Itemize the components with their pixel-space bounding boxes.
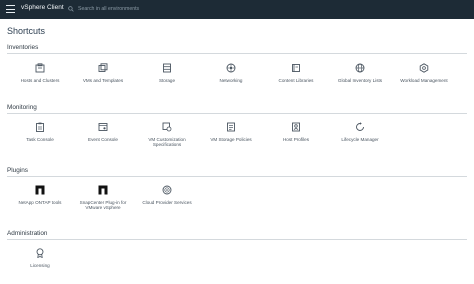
- section-monitoring-title: Monitoring: [7, 104, 37, 111]
- global-search[interactable]: Search in all environments: [68, 4, 139, 14]
- vm-customization-icon: [162, 122, 172, 132]
- content-libraries-icon: [292, 64, 300, 72]
- shortcut-label: VM Storage Policies: [210, 137, 252, 142]
- shortcut-storage[interactable]: Storage: [135, 63, 199, 83]
- app-title[interactable]: vSphere Client: [21, 4, 64, 11]
- event-console-icon: [98, 123, 108, 131]
- shortcut-lifecycle-manager[interactable]: Lifecycle Manager: [328, 122, 392, 142]
- shortcut-vms-and-templates[interactable]: VMs and Templates: [71, 63, 135, 83]
- section-divider: [7, 53, 467, 54]
- shortcut-host-profiles[interactable]: Host Profiles: [264, 122, 328, 142]
- shortcut-label: Hosts and Clusters: [20, 78, 60, 83]
- shortcut-label: VMs and Templates: [82, 78, 124, 83]
- vm-storage-policies-icon: [227, 122, 235, 132]
- shortcut-vm-storage-policies[interactable]: VM Storage Policies: [199, 122, 263, 142]
- search-placeholder[interactable]: Search in all environments: [78, 6, 139, 12]
- shortcut-label: Event Console: [88, 137, 118, 142]
- host-profiles-icon: [292, 122, 300, 132]
- shortcut-vm-customization-specifications[interactable]: VM Customization Specifications: [135, 122, 199, 148]
- workload-management-icon: [419, 63, 429, 73]
- shortcut-workload-management[interactable]: Workload Management: [392, 63, 456, 83]
- menu-icon[interactable]: [6, 5, 15, 13]
- shortcut-label: Networking: [219, 78, 243, 83]
- vms-templates-icon: [98, 63, 108, 72]
- global-inventory-icon: [355, 63, 365, 73]
- shortcut-label: Cloud Provider Services: [142, 200, 192, 205]
- shortcut-label: Host Profiles: [282, 137, 310, 142]
- shortcut-label: Workload Management: [400, 78, 448, 83]
- shortcut-label: Storage: [158, 78, 176, 83]
- licensing-icon: [36, 248, 44, 258]
- netapp-icon: [98, 185, 108, 195]
- lifecycle-manager-icon: [356, 122, 364, 131]
- task-console-icon: [36, 122, 44, 132]
- shortcut-label: VM Customization Specifications: [148, 137, 186, 148]
- section-divider: [7, 239, 467, 240]
- section-administration-title: Administration: [7, 230, 48, 237]
- hosts-clusters-icon: [35, 63, 45, 73]
- cloud-provider-icon: [162, 185, 172, 195]
- section-plugins-title: Plugins: [7, 167, 28, 174]
- search-icon: [68, 6, 74, 12]
- section-divider: [7, 176, 467, 177]
- networking-icon: [226, 63, 236, 73]
- shortcut-event-console[interactable]: Event Console: [71, 122, 135, 142]
- shortcut-netapp-ontap-tools[interactable]: NetApp ONTAP tools: [8, 185, 72, 205]
- shortcut-task-console[interactable]: Task Console: [8, 122, 72, 142]
- storage-icon: [163, 63, 171, 73]
- shortcut-hosts-and-clusters[interactable]: Hosts and Clusters: [8, 63, 72, 83]
- shortcut-label: Task Console: [26, 137, 54, 142]
- netapp-icon: [35, 185, 45, 195]
- shortcut-snapcenter-plugin[interactable]: SnapCenter Plug-in for VMware vSphere: [71, 185, 135, 211]
- top-header-bar: vSphere Client Search in all environment…: [0, 0, 474, 19]
- shortcut-label: Global Inventory Lists: [337, 78, 383, 83]
- section-inventories-title: Inventories: [7, 44, 39, 51]
- shortcut-global-inventory-lists[interactable]: Global Inventory Lists: [328, 63, 392, 83]
- shortcut-content-libraries[interactable]: Content Libraries: [264, 63, 328, 83]
- shortcut-label: NetApp ONTAP tools: [18, 200, 62, 205]
- shortcut-label: SnapCenter Plug-in for VMware vSphere: [79, 200, 127, 211]
- section-divider: [7, 113, 467, 114]
- shortcut-label: Lifecycle Manager: [341, 137, 379, 142]
- shortcut-label: Licensing: [30, 263, 50, 268]
- shortcut-licensing[interactable]: Licensing: [8, 248, 72, 268]
- shortcut-cloud-provider-services[interactable]: Cloud Provider Services: [135, 185, 199, 205]
- shortcut-networking[interactable]: Networking: [199, 63, 263, 83]
- shortcut-label: Content Libraries: [278, 78, 314, 83]
- page-title: Shortcuts: [7, 26, 46, 36]
